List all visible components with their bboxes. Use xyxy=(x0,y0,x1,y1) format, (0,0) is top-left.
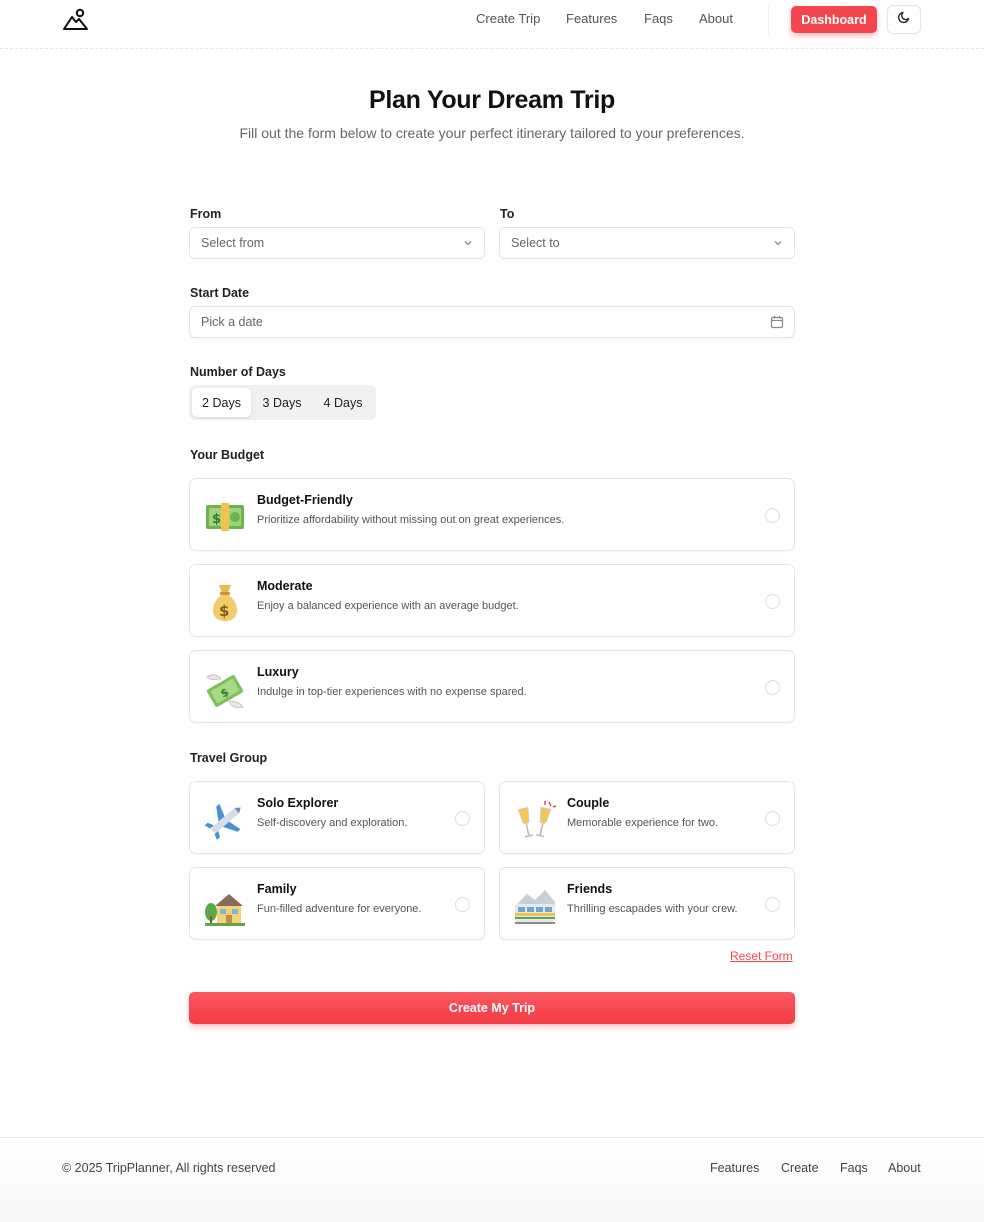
top-navbar: Create Trip Features Faqs About Dashboar… xyxy=(0,0,984,49)
svg-text:$: $ xyxy=(219,602,229,620)
svg-text:$: $ xyxy=(212,512,221,527)
radio-button[interactable] xyxy=(765,897,780,912)
to-select-placeholder: Select to xyxy=(511,236,560,250)
footer: © 2025 TripPlanner, All rights reserved … xyxy=(0,1137,984,1222)
copyright-text: © 2025 TripPlanner, All rights reserved xyxy=(62,1161,276,1175)
budget-option-title: Moderate xyxy=(257,579,313,593)
days-toggle-group: 2 Days 3 Days 4 Days xyxy=(189,385,376,420)
budget-option-title: Luxury xyxy=(257,665,299,679)
radio-button[interactable] xyxy=(765,594,780,609)
group-option-title: Friends xyxy=(567,882,613,896)
dollar-banknote-icon: $ xyxy=(203,495,247,539)
nav-faqs[interactable]: Faqs xyxy=(644,11,673,26)
from-label: From xyxy=(190,207,222,221)
chevron-down-icon xyxy=(462,237,474,252)
radio-button[interactable] xyxy=(455,897,470,912)
to-select[interactable]: Select to xyxy=(499,227,795,259)
footer-link-create[interactable]: Create xyxy=(781,1161,819,1175)
group-option-couple[interactable]: Couple Memorable experience for two. xyxy=(499,781,795,854)
from-select[interactable]: Select from xyxy=(189,227,485,259)
airplane-icon xyxy=(203,798,247,842)
nav-divider xyxy=(768,6,769,34)
budget-option-moderate[interactable]: $ Moderate Enjoy a balanced experience w… xyxy=(189,564,795,637)
money-with-wings-icon: $ xyxy=(203,667,247,711)
clinking-glasses-icon xyxy=(513,798,557,842)
moon-icon xyxy=(897,10,911,29)
days-option-4[interactable]: 4 Days xyxy=(313,388,373,417)
budget-option-title: Budget-Friendly xyxy=(257,493,353,507)
days-option-3[interactable]: 3 Days xyxy=(252,388,312,417)
group-option-title: Family xyxy=(257,882,297,896)
money-bag-icon: $ xyxy=(203,581,247,625)
budget-option-desc: Enjoy a balanced experience with an aver… xyxy=(257,600,519,612)
reset-form-link[interactable]: Reset Form xyxy=(730,949,793,963)
create-trip-button[interactable]: Create My Trip xyxy=(189,992,795,1024)
footer-link-about[interactable]: About xyxy=(888,1161,921,1175)
radio-button[interactable] xyxy=(765,811,780,826)
start-date-placeholder: Pick a date xyxy=(201,315,263,329)
radio-button[interactable] xyxy=(455,811,470,826)
budget-option-desc: Indulge in top-tier experiences with no … xyxy=(257,686,527,698)
footer-link-features[interactable]: Features xyxy=(710,1161,759,1175)
chevron-down-icon xyxy=(772,237,784,252)
days-label: Number of Days xyxy=(190,365,286,379)
budget-label: Your Budget xyxy=(190,448,265,462)
to-label: To xyxy=(500,207,515,221)
from-select-placeholder: Select from xyxy=(201,236,265,250)
footer-link-faqs[interactable]: Faqs xyxy=(840,1161,868,1175)
page-title: Plan Your Dream Trip xyxy=(369,86,615,114)
group-option-desc: Memorable experience for two. xyxy=(567,817,719,829)
nav-create-trip[interactable]: Create Trip xyxy=(476,11,540,26)
budget-option-luxury[interactable]: $ Luxury Indulge in top-tier experiences… xyxy=(189,650,795,723)
group-option-family[interactable]: Family Fun-filled adventure for everyone… xyxy=(189,867,485,940)
nav-features[interactable]: Features xyxy=(566,11,617,26)
group-option-solo[interactable]: Solo Explorer Self-discovery and explora… xyxy=(189,781,485,854)
calendar-icon xyxy=(770,315,784,332)
house-with-garden-icon xyxy=(203,884,247,928)
start-date-picker[interactable]: Pick a date xyxy=(189,306,795,338)
start-date-label: Start Date xyxy=(190,286,250,300)
group-option-title: Couple xyxy=(567,796,610,810)
budget-option-desc: Prioritize affordability without missing… xyxy=(257,514,565,526)
radio-button[interactable] xyxy=(765,508,780,523)
theme-toggle-button[interactable] xyxy=(887,5,921,34)
group-option-friends[interactable]: Friends Thrilling escapades with your cr… xyxy=(499,867,795,940)
budget-option-budget-friendly[interactable]: $ Budget-Friendly Prioritize affordabili… xyxy=(189,478,795,551)
days-option-2[interactable]: 2 Days xyxy=(192,388,251,417)
nav-about[interactable]: About xyxy=(699,11,733,26)
group-option-title: Solo Explorer xyxy=(257,796,339,810)
page-subtitle: Fill out the form below to create your p… xyxy=(239,125,745,141)
railway-car-icon xyxy=(513,884,557,928)
group-option-desc: Fun-filled adventure for everyone. xyxy=(257,903,422,915)
group-option-desc: Self-discovery and exploration. xyxy=(257,817,408,829)
mountain-logo-icon[interactable] xyxy=(62,8,90,32)
radio-button[interactable] xyxy=(765,680,780,695)
dashboard-button[interactable]: Dashboard xyxy=(791,6,877,33)
travel-group-label: Travel Group xyxy=(190,751,268,765)
group-option-desc: Thrilling escapades with your crew. xyxy=(567,903,738,915)
